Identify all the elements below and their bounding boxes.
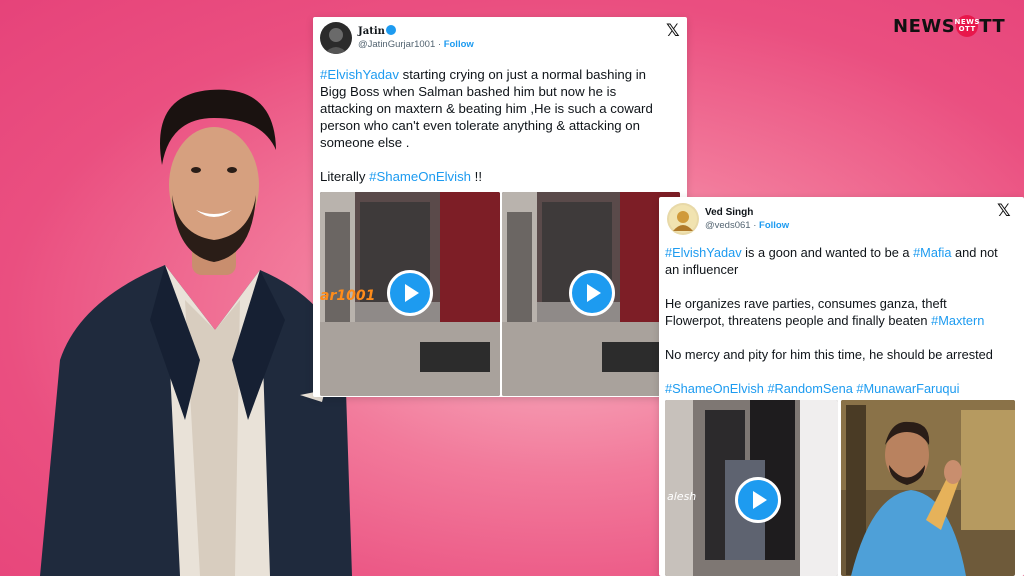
hashtag-link[interactable]: #Mafia (913, 245, 951, 260)
x-logo-icon[interactable]: 𝕏 (997, 201, 1011, 221)
handle[interactable]: @veds061 (705, 220, 751, 231)
video-thumbnail[interactable] (502, 192, 680, 396)
follow-button[interactable]: Follow (444, 39, 474, 50)
play-button-icon[interactable] (387, 270, 433, 316)
verified-icon (385, 25, 396, 35)
hashtag-link[interactable]: #MunawarFaruqui (856, 381, 959, 396)
watermark-text: alesh (667, 490, 696, 503)
photo-thumbnail[interactable] (841, 400, 1015, 576)
avatar[interactable] (667, 203, 699, 235)
hashtag-link[interactable]: #ElvishYadav (320, 67, 399, 82)
hashtag-link[interactable]: #RandomSena (767, 381, 852, 396)
watermark-text: ar1001 (320, 288, 375, 304)
logo-badge: NEWS OTT (954, 15, 979, 37)
tweet-card-ved-singh: Ved Singh @veds061 · Follow 𝕏 #ElvishYad… (659, 197, 1024, 576)
play-button-icon[interactable] (735, 477, 781, 523)
hashtag-link[interactable]: #ShameOnElvish (665, 381, 764, 396)
hashtag-link[interactable]: #ShameOnElvish (369, 169, 471, 184)
tweet-header: Ved Singh @veds061 · Follow (667, 203, 789, 235)
hashtag-link[interactable]: #Maxtern (931, 313, 984, 328)
separator: · (437, 39, 442, 50)
logo-text-left: NEWS (893, 15, 956, 37)
separator: · (753, 220, 757, 231)
display-name[interactable]: Jatin (358, 26, 385, 37)
display-name[interactable]: Ved Singh (705, 206, 789, 219)
tweet-text: #ElvishYadav starting crying on just a n… (320, 67, 653, 184)
avatar[interactable] (320, 22, 352, 54)
handle[interactable]: @JatinGurjar1001 (358, 39, 435, 50)
newsott-logo: NEWS NEWS OTT TT (893, 12, 1005, 40)
play-button-icon[interactable] (569, 270, 615, 316)
logo-text-right: TT (979, 15, 1006, 37)
video-thumbnail[interactable]: alesh (665, 400, 838, 576)
hashtag-link[interactable]: #ElvishYadav (665, 245, 742, 260)
video-thumbnail[interactable]: ar1001 (320, 192, 500, 396)
follow-button[interactable]: Follow (759, 220, 789, 231)
tweet-header: Jatin @JatinGurjar1001 · Follow (320, 22, 474, 54)
tweet-card-jatin: Jatin @JatinGurjar1001 · Follow 𝕏 #Elvis… (313, 17, 687, 397)
tweet-text: #ElvishYadav is a goon and wanted to be … (665, 245, 998, 396)
x-logo-icon[interactable]: 𝕏 (666, 21, 680, 41)
